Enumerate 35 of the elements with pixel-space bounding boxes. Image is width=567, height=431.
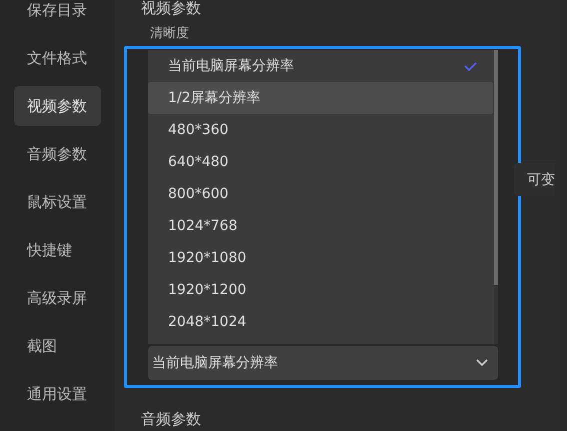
sidebar-item[interactable]: 视频参数	[14, 86, 101, 126]
option-label: 1/2屏幕分辨率	[168, 89, 261, 107]
dropdown-option[interactable]: 2048*1024	[148, 306, 493, 338]
section-heading: 音频参数	[140, 410, 202, 429]
dropdown-option[interactable]: 800*600	[148, 178, 493, 210]
option-label: 2048*1024	[168, 314, 246, 330]
sidebar-item[interactable]: 保存目录	[14, 0, 101, 30]
dropdown-option[interactable]: 1920*1080	[148, 242, 493, 274]
sidebar-item[interactable]: 高级录屏	[14, 278, 101, 318]
scrollbar-thumb[interactable]	[494, 50, 498, 285]
option-label: 800*600	[168, 186, 228, 202]
sidebar-item[interactable]: 截图	[14, 326, 101, 366]
sidebar-item[interactable]: 快捷键	[14, 230, 101, 270]
option-label: 640*480	[168, 154, 228, 170]
dropdown-option[interactable]: 480*360	[148, 114, 493, 146]
section-heading: 视频参数	[140, 0, 202, 19]
option-label: 1024*768	[168, 218, 238, 234]
option-label: 当前电脑屏幕分辨率	[168, 57, 294, 75]
sidebar-item[interactable]: 通用设置	[14, 374, 101, 414]
option-label: 480*360	[168, 122, 228, 138]
dropdown-option[interactable]: 当前电脑屏幕分辨率	[148, 50, 493, 82]
dropdown-option[interactable]: 640*480	[148, 146, 493, 178]
dropdown-option[interactable]: 1920*1200	[148, 274, 493, 306]
sidebar-item[interactable]: 音频参数	[14, 134, 101, 174]
dropdown-option[interactable]: 1/2屏幕分辨率	[148, 82, 493, 114]
sidebar-item[interactable]: 文件格式	[14, 38, 101, 78]
select-value: 当前电脑屏幕分辨率	[152, 354, 278, 372]
field-label: 清晰度	[149, 25, 190, 43]
option-label: 1920*1080	[168, 250, 246, 266]
frame-rate-option[interactable]: 可变	[514, 163, 555, 196]
resolution-select[interactable]: 当前电脑屏幕分辨率	[148, 346, 498, 380]
sidebar-item[interactable]: 鼠标设置	[14, 182, 101, 222]
option-label: 1920*1200	[168, 282, 246, 298]
dropdown-option[interactable]: 1024*768	[148, 210, 493, 242]
chevron-down-icon	[476, 359, 488, 367]
